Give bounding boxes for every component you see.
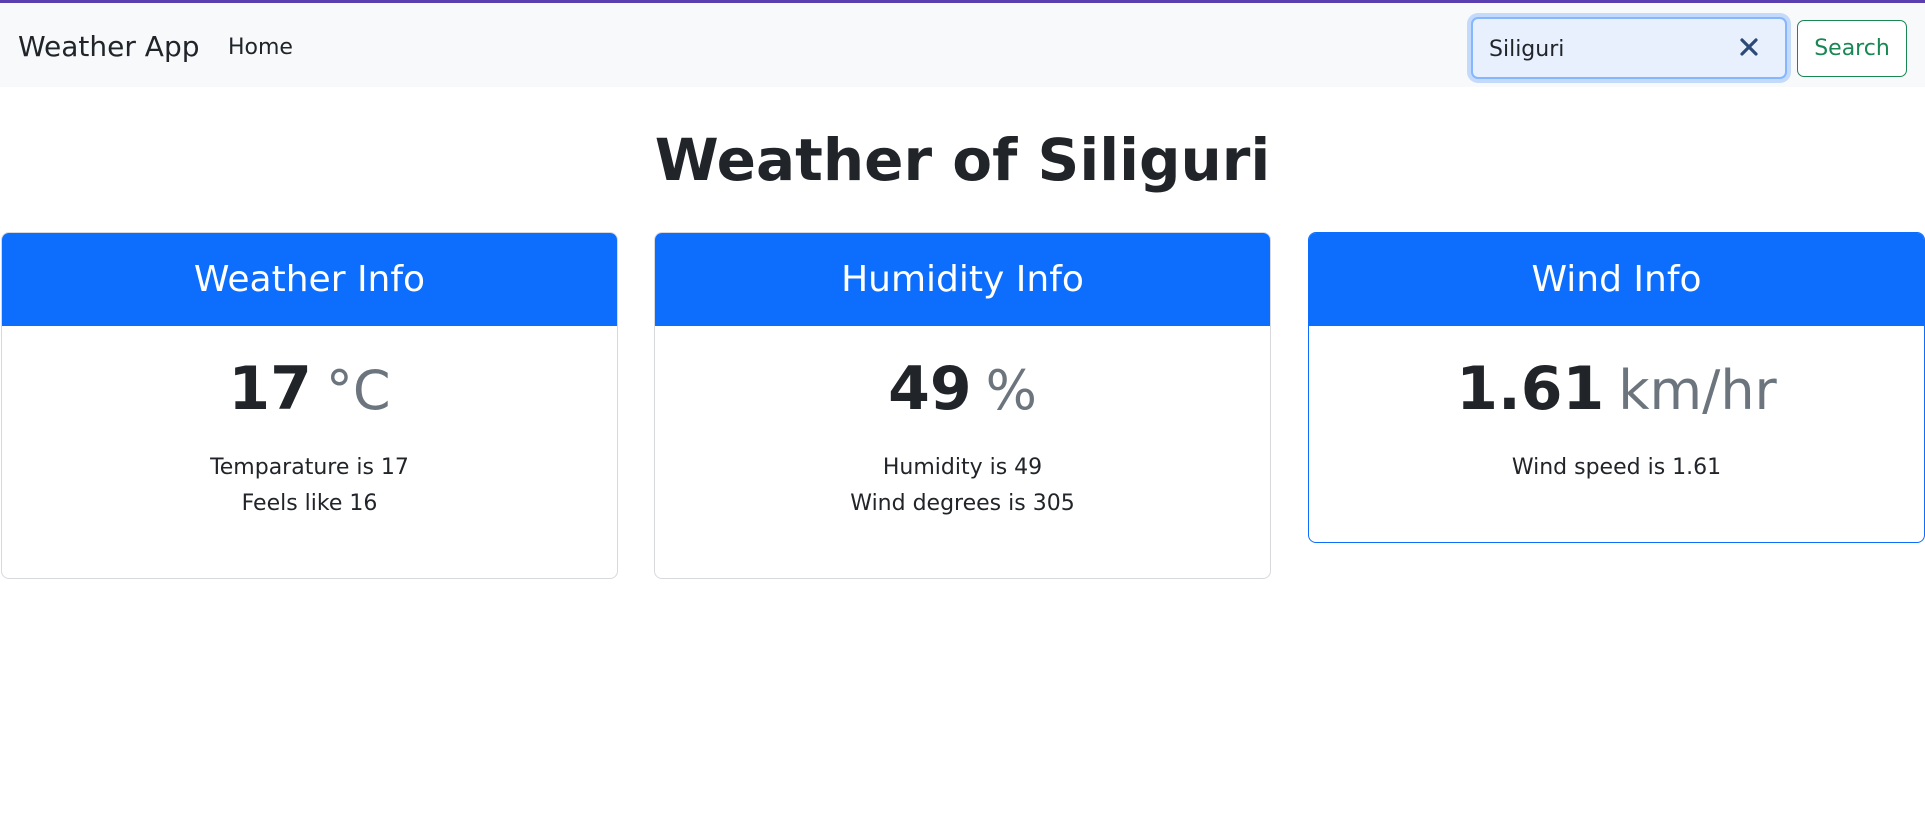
card-body: 17 °C Temparature is 17 Feels like 16 xyxy=(2,326,617,522)
value-unit: % xyxy=(985,359,1037,422)
detail-line: Humidity is 49 xyxy=(882,455,1043,480)
wind-info-card: Wind Info 1.61 km/hr Wind speed is 1.61 xyxy=(1308,232,1925,543)
detail-line: Wind degrees is 305 xyxy=(850,491,1075,516)
card-body: 1.61 km/hr Wind speed is 1.61 xyxy=(1309,326,1924,486)
card-header: Humidity Info xyxy=(655,233,1270,326)
card-details: Wind speed is 1.61 xyxy=(1309,450,1924,486)
detail-line: Temparature is 17 xyxy=(210,455,409,480)
card-details: Temparature is 17 Feels like 16 xyxy=(2,450,617,522)
search-input[interactable] xyxy=(1487,19,1721,79)
humidity-info-card: Humidity Info 49% Humidity is 49 Wind de… xyxy=(654,232,1271,579)
card-body: 49% Humidity is 49 Wind degrees is 305 xyxy=(655,326,1270,522)
brand-link[interactable]: Weather App xyxy=(18,30,200,63)
nav-link-home[interactable]: Home xyxy=(228,35,293,60)
value-unit: °C xyxy=(325,359,391,422)
humidity-value: 49% xyxy=(655,354,1270,426)
page-title: Weather of Siliguri xyxy=(654,126,1271,194)
value-number: 1.61 xyxy=(1456,354,1605,424)
wind-value: 1.61 km/hr xyxy=(1309,354,1924,426)
card-header: Weather Info xyxy=(2,233,617,326)
temperature-value: 17 °C xyxy=(2,354,617,426)
card-header: Wind Info xyxy=(1309,233,1924,326)
search-field xyxy=(1471,17,1787,79)
navbar: Weather App Home Search xyxy=(0,3,1925,87)
weather-info-card: Weather Info 17 °C Temparature is 17 Feel… xyxy=(1,232,618,579)
detail-line: Feels like 16 xyxy=(241,491,378,516)
card-details: Humidity is 49 Wind degrees is 305 xyxy=(655,450,1270,522)
close-icon[interactable] xyxy=(1735,33,1763,61)
value-unit: km/hr xyxy=(1618,359,1777,422)
search-button[interactable]: Search xyxy=(1797,20,1907,77)
detail-line: Wind speed is 1.61 xyxy=(1511,455,1722,480)
value-number: 17 xyxy=(228,354,312,424)
value-number: 49 xyxy=(888,354,972,424)
